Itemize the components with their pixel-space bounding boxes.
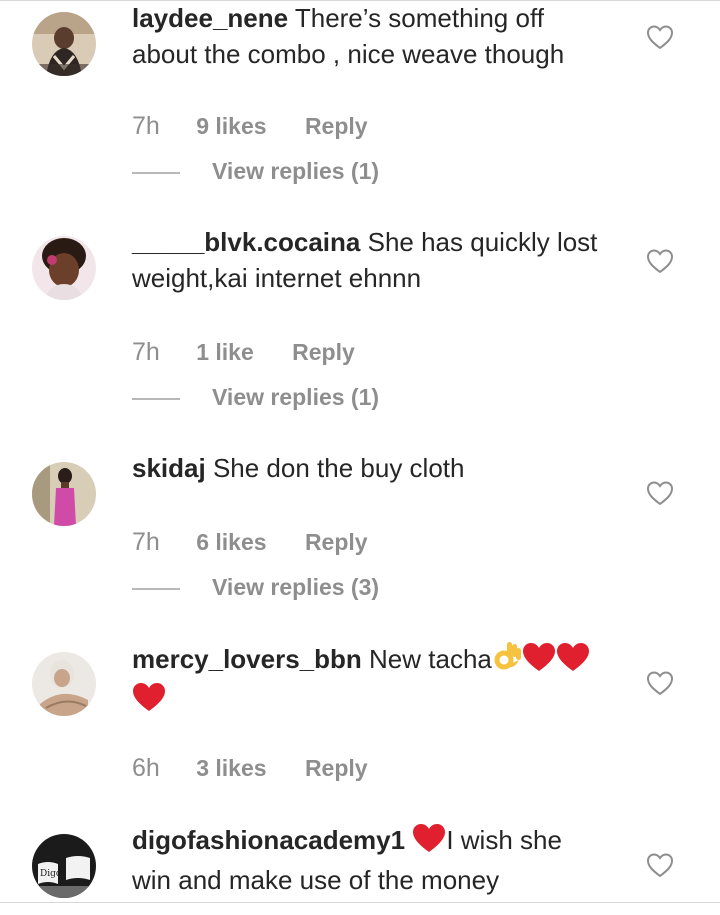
red-heart-emoji-icon xyxy=(556,642,590,681)
like-heart-icon[interactable] xyxy=(646,480,674,506)
like-heart-icon[interactable] xyxy=(646,24,674,50)
view-replies-line xyxy=(132,398,180,400)
like-heart-icon[interactable] xyxy=(646,248,674,274)
comment-body-line2: about the combo , nice weave though xyxy=(132,39,565,69)
reply-button[interactable]: Reply xyxy=(305,529,368,556)
comment-time: 6h xyxy=(132,754,160,782)
view-replies-line xyxy=(132,172,180,174)
red-heart-emoji-icon xyxy=(132,682,166,721)
comment-text: _____blvk.cocaina She has quickly lost w… xyxy=(132,224,622,296)
avatar[interactable] xyxy=(32,236,96,300)
comment-likes[interactable]: 3 likes xyxy=(196,755,266,782)
view-replies-label: View replies (1) xyxy=(212,158,380,184)
like-heart-icon[interactable] xyxy=(646,852,674,878)
comment-text: laydee_nene There’s something off about … xyxy=(132,0,622,72)
comment-body-line2: weight,kai internet ehnnn xyxy=(132,263,422,293)
view-replies-line xyxy=(132,588,180,590)
comment-username[interactable]: digofashionacademy1 xyxy=(132,825,405,855)
ok-hand-emoji-icon xyxy=(492,640,522,681)
reply-button[interactable]: Reply xyxy=(305,113,368,140)
svg-text:Digo: Digo xyxy=(40,869,61,879)
comment-text: digofashionacademy1 I wish she win and m… xyxy=(132,822,622,898)
comment-body-line1: I wish she xyxy=(446,825,562,855)
comment-time: 7h xyxy=(132,112,160,140)
comment-body-line1: New tacha xyxy=(361,644,492,674)
red-heart-emoji-icon xyxy=(412,823,446,862)
comment-time: 7h xyxy=(132,528,160,556)
comment-username[interactable]: mercy_lovers_bbn xyxy=(132,644,362,674)
comment-body-line1: There’s something off xyxy=(288,3,544,33)
comment-likes[interactable]: 6 likes xyxy=(196,529,266,556)
reply-button[interactable]: Reply xyxy=(305,755,368,782)
comment-text: skidaj She don the buy cloth xyxy=(132,450,622,486)
view-replies-label: View replies (1) xyxy=(212,384,380,410)
avatar[interactable]: Digo xyxy=(32,834,96,898)
view-replies-label: View replies (3) xyxy=(212,574,380,600)
comment-meta: 6h 3 likes Reply xyxy=(132,754,368,783)
comment-username[interactable]: _____blvk.cocaina xyxy=(132,227,360,257)
avatar[interactable] xyxy=(32,652,96,716)
like-heart-icon[interactable] xyxy=(646,670,674,696)
comment-body-line1: She has quickly lost xyxy=(360,227,598,257)
comment-meta: 7h 6 likes Reply xyxy=(132,528,368,557)
comment-likes[interactable]: 9 likes xyxy=(196,113,266,140)
bottom-divider xyxy=(0,902,720,903)
comment-meta: 7h 9 likes Reply xyxy=(132,112,368,141)
comment-username[interactable]: skidaj xyxy=(132,453,206,483)
comment-username[interactable]: laydee_nene xyxy=(132,3,288,33)
comment-meta: 7h 1 like Reply xyxy=(132,338,355,367)
avatar[interactable] xyxy=(32,462,96,526)
avatar[interactable] xyxy=(32,12,96,76)
comment-text: mercy_lovers_bbn New tacha xyxy=(132,640,622,721)
red-heart-emoji-icon xyxy=(522,642,556,681)
reply-button[interactable]: Reply xyxy=(292,339,355,366)
comment-time: 7h xyxy=(132,338,160,366)
comment-likes[interactable]: 1 like xyxy=(196,339,254,366)
comment-body-line2: win and make use of the money xyxy=(132,865,500,895)
comment-body-line1: She don the buy cloth xyxy=(205,453,465,483)
